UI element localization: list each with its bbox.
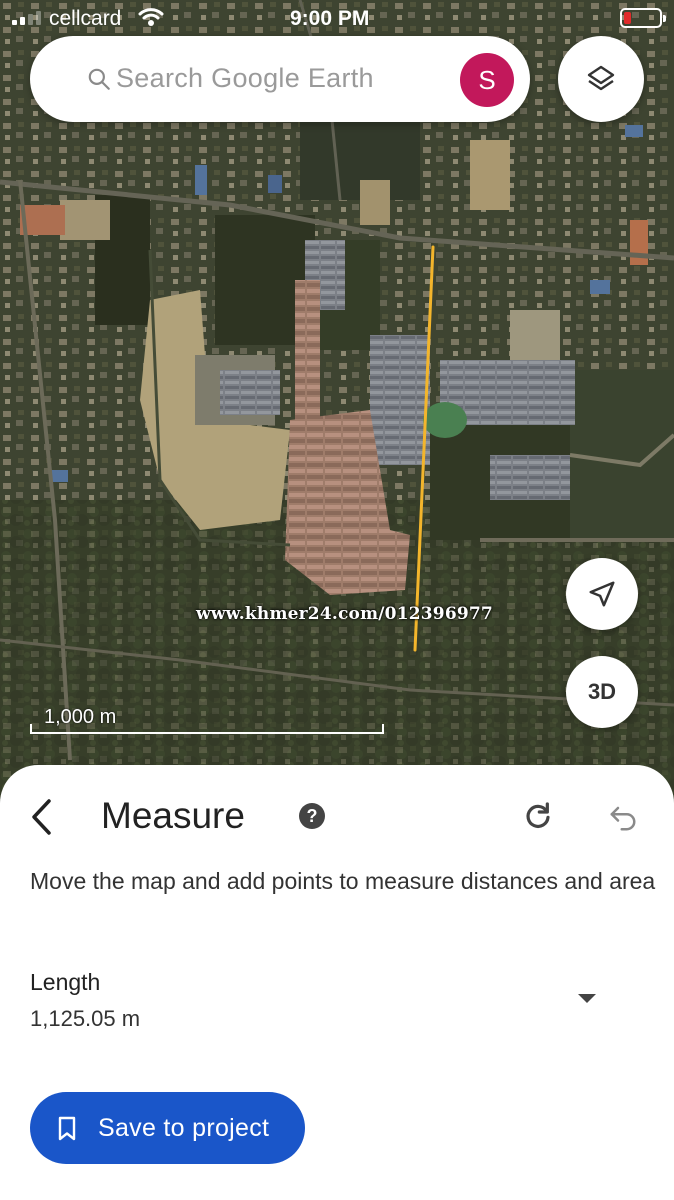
caret-down-icon[interactable] <box>578 994 596 1003</box>
redo-icon <box>526 802 550 828</box>
navigation-arrow-icon <box>589 581 615 607</box>
help-circle-icon[interactable]: ? <box>299 803 325 829</box>
watermark: www.khmer24.com/012396977 <box>196 604 493 624</box>
save-to-project-button[interactable]: Save to project <box>30 1092 305 1164</box>
wifi-icon <box>138 8 164 26</box>
signal-icon <box>12 11 41 25</box>
battery-icon <box>620 8 666 28</box>
clock: 9:00 PM <box>290 7 370 30</box>
length-label: Length <box>30 969 101 995</box>
carrier-name: cellcard <box>49 7 122 30</box>
undo-button[interactable] <box>604 799 642 837</box>
chevron-left-icon <box>32 799 51 835</box>
measure-panel: Measure ? Move the map and add points to… <box>0 765 674 1200</box>
search-icon <box>88 68 110 90</box>
measure-instructions: Move the map and add points to measure d… <box>30 868 656 894</box>
redo-button[interactable] <box>519 797 557 835</box>
status-bar: cellcard 9:00 PM <box>0 0 674 36</box>
length-value: 1,125.05 m <box>30 1006 141 1031</box>
layers-button[interactable] <box>558 36 644 122</box>
search-bar[interactable]: Search Google Earth S <box>30 36 530 122</box>
search-input[interactable]: Search Google Earth <box>116 63 374 94</box>
layers-icon <box>587 65 615 91</box>
3d-toggle-button[interactable]: 3D <box>566 656 638 728</box>
bookmark-icon <box>58 1116 76 1141</box>
panel-title: Measure <box>101 795 245 836</box>
back-button[interactable] <box>22 795 62 839</box>
scale-bar <box>30 724 384 734</box>
undo-icon <box>610 806 636 831</box>
account-avatar[interactable]: S <box>460 53 514 107</box>
save-button-label: Save to project <box>98 1114 270 1142</box>
my-location-button[interactable] <box>566 558 638 630</box>
